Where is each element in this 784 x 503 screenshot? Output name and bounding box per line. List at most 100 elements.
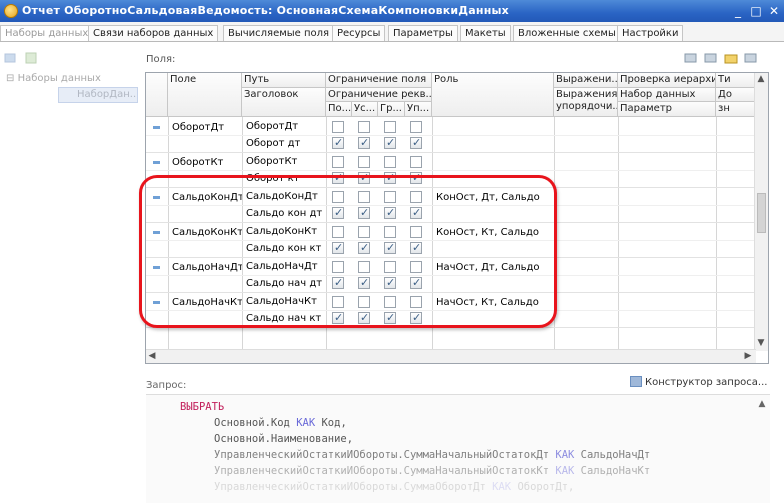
header-restriction-req[interactable]: Ограничение рекв... (326, 88, 432, 102)
checkbox-restriction-req[interactable] (410, 136, 422, 149)
tree-root-datasets[interactable]: ⊟ Наборы данных (6, 73, 101, 84)
query-line-3-kw: КАК (555, 449, 575, 461)
query-line-4-post: СальдоНачКт (574, 465, 651, 477)
maximize-button[interactable]: □ (748, 3, 764, 19)
header-marker (146, 73, 168, 117)
row-marker-icon (153, 126, 160, 129)
query-line-1: Основной.Код КАК Код, (214, 417, 347, 429)
header-sub-2[interactable]: Ус... (352, 102, 378, 117)
header-sub-4[interactable]: Уп... (405, 102, 432, 117)
cell-role[interactable] (434, 120, 554, 124)
query-line-4-kw: КАК (555, 465, 575, 477)
folder-icon[interactable] (724, 52, 738, 66)
header-expr-order[interactable]: Выражения упорядочи... (554, 88, 618, 117)
checkbox-restriction-req[interactable] (358, 136, 370, 149)
query-line-1-kw: КАК (296, 417, 316, 429)
tab-dataset-links[interactable]: Связи наборов данных (88, 25, 219, 41)
field-tool-icon-3[interactable] (744, 52, 758, 66)
cell-title[interactable]: Оборот дт (244, 136, 326, 151)
cell-path[interactable]: ОборотКт (244, 154, 326, 169)
title-bar: Отчет ОборотноСальдоваяВедомость: Основн… (0, 0, 784, 22)
field-tool-icon-2[interactable] (704, 52, 718, 66)
query-line-2: Основной.Наименование, (214, 433, 353, 445)
query-line-5: УправленческийОстаткиИОбороты.СуммаОборо… (214, 481, 574, 493)
checkbox-restriction-req[interactable] (332, 136, 344, 149)
header-title[interactable]: Заголовок (242, 88, 326, 117)
checkbox-restriction-field[interactable] (358, 156, 370, 168)
header-restriction-field[interactable]: Ограничение поля (326, 73, 432, 88)
tab-strip: Наборы данных Связи наборов данных Вычис… (0, 22, 784, 42)
query-line-2-pre: Основной.Наименование, (214, 433, 354, 445)
header-extra-1[interactable]: Ти (716, 73, 756, 88)
query-line-4-pre: УправленческийОстаткиИОбороты.СуммаНачал… (214, 465, 556, 477)
query-line-1-post: Код, (315, 417, 347, 429)
tree-expander-icon: ⊟ (6, 73, 15, 84)
add-dataset-icon[interactable] (4, 52, 18, 64)
cell-path[interactable]: ОборотДт (244, 119, 326, 134)
checkbox-restriction-field[interactable] (332, 156, 344, 168)
header-path[interactable]: Путь (242, 73, 326, 88)
checkbox-restriction-req[interactable] (384, 136, 396, 149)
minimize-button[interactable]: _ (730, 3, 746, 19)
checkbox-restriction-field[interactable] (410, 121, 422, 133)
header-extra-2[interactable]: До (716, 88, 756, 102)
row-separator (146, 135, 756, 136)
query-line-3-post: СальдоНачДт (574, 449, 651, 461)
window-title: Отчет ОборотноСальдоваяВедомость: Основн… (22, 4, 509, 17)
header-param[interactable]: Параметр (618, 102, 716, 117)
fields-label: Поля: (146, 54, 176, 65)
header-extra-3[interactable]: зн (716, 102, 756, 117)
query-scroll-up-icon[interactable]: ▲ (756, 399, 768, 411)
scroll-right-icon[interactable]: ▶ (742, 350, 754, 362)
checkbox-restriction-field[interactable] (332, 121, 344, 133)
query-select-keyword: ВЫБРАТЬ (180, 401, 225, 413)
header-dataset[interactable]: Набор данных (618, 88, 716, 102)
query-editor[interactable]: ВЫБРАТЬ Основной.Код КАК Код, Основной.Н… (146, 394, 770, 503)
tree-item-dataset[interactable]: НаборДан... (58, 87, 138, 103)
cell-field[interactable]: ОборотКт (170, 155, 242, 170)
close-button[interactable]: ✕ (766, 3, 782, 19)
query-constructor-label: Конструктор запроса... (645, 377, 768, 388)
vertical-scroll-thumb[interactable] (757, 193, 766, 233)
tab-datasets[interactable]: Наборы данных (0, 25, 94, 41)
query-line-5-pre: УправленческийОстаткиИОбороты.СуммаОборо… (214, 481, 493, 493)
tab-nested-schemas[interactable]: Вложенные схемы (513, 25, 621, 41)
cell-role[interactable] (434, 155, 554, 159)
query-line-3-pre: УправленческийОстаткиИОбороты.СуммаНачал… (214, 449, 556, 461)
header-hier-check[interactable]: Проверка иерархии: (618, 73, 716, 88)
tree-item-label: НаборДан... (77, 89, 138, 100)
header-sub-3[interactable]: Гр... (378, 102, 405, 117)
horizontal-scrollbar[interactable]: ◀ ▶ (146, 349, 756, 363)
tab-calculated-fields[interactable]: Вычисляемые поля (223, 25, 335, 41)
tree-root-label: Наборы данных (17, 73, 101, 84)
header-sub-1[interactable]: По... (326, 102, 352, 117)
query-label: Запрос: (146, 380, 187, 391)
header-field[interactable]: Поле (168, 73, 242, 117)
dataset-settings-icon[interactable] (24, 52, 38, 64)
header-expr[interactable]: Выражени... (554, 73, 618, 88)
checkbox-restriction-field[interactable] (384, 156, 396, 168)
scroll-up-icon[interactable]: ▲ (755, 73, 767, 85)
scroll-left-icon[interactable]: ◀ (146, 350, 158, 362)
checkbox-restriction-field[interactable] (358, 121, 370, 133)
vertical-scrollbar[interactable]: ▲ ▼ (754, 73, 768, 351)
query-constructor-button[interactable]: Конструктор запроса... (630, 376, 767, 388)
cell-field[interactable]: ОборотДт (170, 120, 242, 135)
app-logo-icon (4, 4, 18, 18)
header-role[interactable]: Роль (432, 73, 554, 117)
checkbox-restriction-field[interactable] (384, 121, 396, 133)
query-constructor-icon (630, 376, 642, 387)
tab-settings[interactable]: Настройки (617, 25, 684, 41)
tab-layouts[interactable]: Макеты (460, 25, 511, 41)
row-separator (146, 152, 756, 153)
checkbox-restriction-field[interactable] (410, 156, 422, 168)
scroll-down-icon[interactable]: ▼ (755, 337, 767, 349)
query-line-4: УправленческийОстаткиИОбороты.СуммаНачал… (214, 465, 650, 477)
query-line-1-pre: Основной.Код (214, 417, 297, 429)
tab-parameters[interactable]: Параметры (388, 25, 458, 41)
tab-resources[interactable]: Ресурсы (332, 25, 386, 41)
field-tool-icon-1[interactable] (684, 52, 698, 66)
row-separator (146, 170, 756, 171)
query-line-3: УправленческийОстаткиИОбороты.СуммаНачал… (214, 449, 650, 461)
row-marker-icon (153, 161, 160, 164)
